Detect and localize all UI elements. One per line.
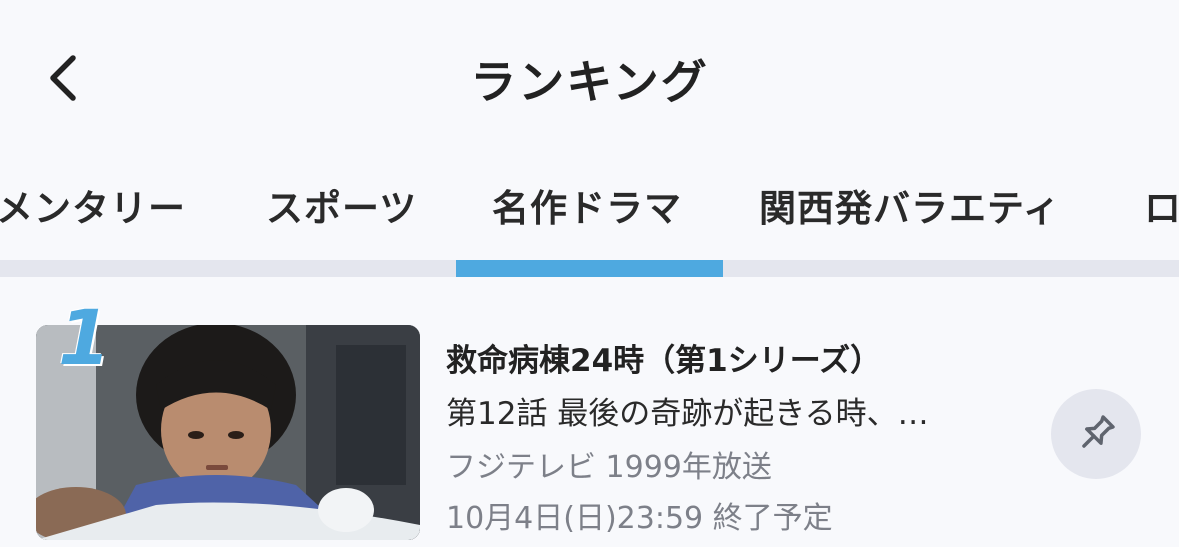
tab-sports[interactable]: スポーツ (266, 178, 417, 232)
rank-number: 1 (58, 293, 111, 382)
tab-documentary[interactable]: メンタリー (0, 178, 186, 232)
active-tab-indicator (456, 260, 723, 277)
broadcast-info: フジテレビ 1999年放送 (446, 450, 772, 485)
pin-icon (1082, 415, 1115, 448)
page-title: ランキング (470, 55, 709, 109)
availability-info: 10月4日(日)23:59 終了予定 (446, 501, 833, 536)
pin-button[interactable] (1051, 389, 1141, 479)
tab-kansai-variety[interactable]: 関西発バラエティ (759, 178, 1061, 232)
tab-classic-drama[interactable]: 名作ドラマ (492, 178, 682, 232)
tab-next[interactable]: ロ (1144, 178, 1179, 232)
category-tabs: メンタリー スポーツ 名作ドラマ 関西発バラエティ ロ (0, 150, 1179, 260)
episode-title: 第12話 最後の奇跡が起きる時、… (446, 396, 929, 432)
program-title[interactable]: 救命病棟24時（第1シリーズ） (446, 335, 881, 380)
header: ランキング (0, 0, 1179, 150)
